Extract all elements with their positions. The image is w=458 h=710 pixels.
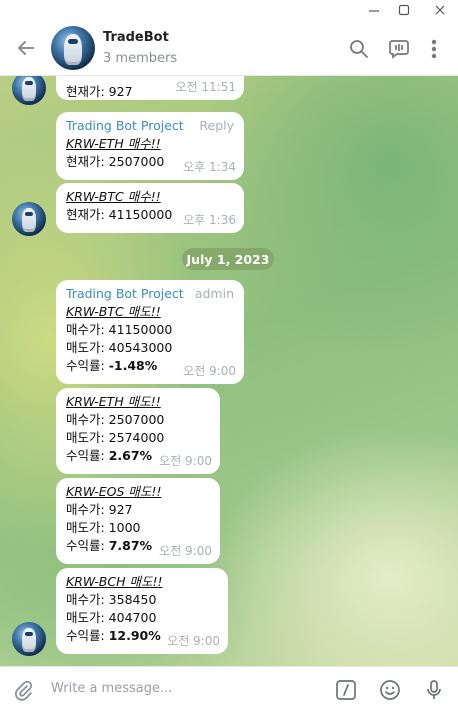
- bot-commands-button[interactable]: [333, 677, 359, 703]
- message-time: 오전 9:00: [159, 544, 212, 558]
- maximize-button[interactable]: [390, 0, 418, 20]
- chat-header: TradeBot 3 members: [0, 20, 458, 76]
- message-line: 매수가: 927: [66, 502, 133, 517]
- minimize-button[interactable]: [360, 0, 388, 20]
- message-header: KRW-ETH 매도!!: [66, 394, 161, 409]
- close-button[interactable]: [426, 0, 454, 20]
- attach-button[interactable]: [10, 677, 36, 703]
- message-time: 오전 9:00: [159, 454, 212, 468]
- emoji-button[interactable]: [377, 677, 403, 703]
- maximize-icon: [398, 4, 410, 16]
- chat-title[interactable]: TradeBot: [103, 30, 169, 45]
- message-bubble[interactable]: KRW-BTC 매수!! 현재가: 41150000 오후 1:36: [56, 183, 244, 233]
- message-composer: Write a message...: [0, 666, 458, 710]
- robot-visor: [67, 39, 79, 45]
- message-line: 매수가: 358450: [66, 592, 157, 607]
- search-button[interactable]: [346, 36, 372, 62]
- profit-label: 수익률:: [66, 628, 109, 643]
- message-header: KRW-BTC 매수!!: [66, 189, 161, 204]
- microphone-icon: [427, 680, 441, 699]
- message-list[interactable]: 현재가: 927 오전 11:51 Trading Bot Project Re…: [0, 76, 458, 666]
- profit-value: 12.90%: [108, 628, 161, 643]
- profit-label: 수익률:: [66, 448, 109, 463]
- arrow-left-icon: [18, 41, 34, 55]
- search-icon: [350, 40, 368, 58]
- sender-avatar[interactable]: [12, 76, 46, 105]
- message-header: KRW-EOS 매도!!: [66, 484, 162, 499]
- message-bubble[interactable]: 현재가: 927 오전 11:51: [56, 76, 244, 100]
- minimize-icon: [369, 10, 379, 12]
- profit-value: -1.48%: [108, 358, 158, 373]
- message-header: KRW-BCH 매도!!: [66, 574, 163, 589]
- robot-visor: [24, 632, 34, 637]
- robot-visor: [24, 81, 34, 86]
- message-bubble[interactable]: Trading Bot Project Reply KRW-ETH 매수!! 현…: [56, 112, 244, 180]
- message-time: 오후 1:36: [183, 213, 236, 227]
- message-time: 오전 9:00: [183, 364, 236, 378]
- broadcast-icon: [389, 40, 409, 59]
- message-line: 매도가: 40543000: [66, 340, 173, 355]
- robot-visor: [24, 212, 34, 217]
- chat-avatar[interactable]: [51, 26, 95, 70]
- message-time: 오후 1:34: [183, 160, 236, 174]
- message-line: 매수가: 2507000: [66, 412, 165, 427]
- back-button[interactable]: [12, 34, 40, 62]
- close-icon: [435, 5, 445, 15]
- window-titlebar: [0, 0, 458, 20]
- paperclip-icon: [15, 680, 33, 701]
- member-count[interactable]: 3 members: [103, 51, 177, 66]
- profit-label: 수익률:: [66, 538, 109, 553]
- admin-badge: admin: [194, 286, 234, 301]
- live-stream-button[interactable]: [386, 36, 412, 62]
- message-line: 매도가: 1000: [66, 520, 141, 535]
- message-input[interactable]: Write a message...: [51, 681, 172, 696]
- sender-avatar[interactable]: [12, 622, 46, 656]
- sender-avatar[interactable]: [12, 202, 46, 236]
- message-bubble[interactable]: KRW-BCH 매도!! 매수가: 358450 매도가: 404700 수익률…: [56, 568, 228, 654]
- message-line: 매도가: 404700: [66, 610, 157, 625]
- date-separator[interactable]: July 1, 2023: [182, 248, 274, 270]
- message-time: 오전 11:51: [175, 80, 236, 94]
- profit-label: 수익률:: [66, 358, 109, 373]
- voice-message-button[interactable]: [421, 677, 447, 703]
- slash-command-icon: [336, 680, 356, 700]
- message-header: KRW-BTC 매도!!: [66, 304, 161, 319]
- more-vertical-icon: [431, 39, 437, 59]
- message-line: 매도가: 2574000: [66, 430, 165, 445]
- more-options-button[interactable]: [424, 36, 444, 62]
- message-bubble[interactable]: Trading Bot Project admin KRW-BTC 매도!! 매…: [56, 280, 244, 384]
- message-line: 매수가: 41150000: [66, 322, 173, 337]
- smile-icon: [380, 680, 400, 700]
- message-header: KRW-ETH 매수!!: [66, 136, 161, 151]
- reply-label[interactable]: Reply: [199, 117, 234, 135]
- message-bubble[interactable]: KRW-EOS 매도!! 매수가: 927 매도가: 1000 수익률: 7.8…: [56, 478, 220, 564]
- profit-value: 7.87%: [108, 538, 153, 553]
- profit-value: 2.67%: [108, 448, 153, 463]
- message-bubble[interactable]: KRW-ETH 매도!! 매수가: 2507000 매도가: 2574000 수…: [56, 388, 220, 474]
- message-time: 오전 9:00: [167, 634, 220, 648]
